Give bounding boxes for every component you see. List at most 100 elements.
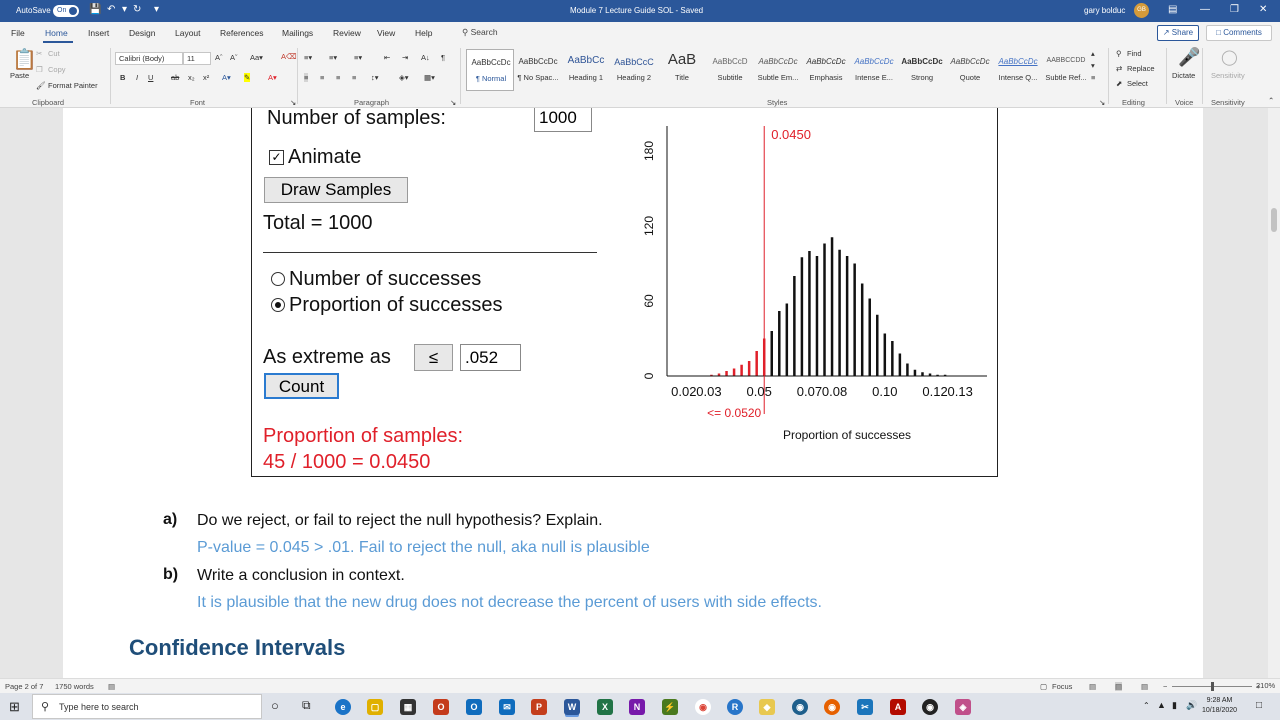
vertical-scrollbar[interactable] (1268, 108, 1280, 678)
select-button[interactable]: Select (1127, 79, 1148, 88)
font-size-select[interactable]: 11 (183, 52, 211, 65)
text-effects-icon[interactable]: A▾ (222, 73, 231, 82)
user-name[interactable]: gary bolduc (1084, 6, 1125, 15)
align-center-icon[interactable]: ≡ (320, 73, 324, 82)
numbering-icon[interactable]: ≡▾ (329, 53, 337, 62)
document-title[interactable]: Module 7 Lecture Guide SOL - Saved (570, 6, 703, 15)
sensitivity-button[interactable]: Sensitivity (1211, 71, 1245, 80)
tab-design[interactable]: Design (129, 28, 155, 38)
copy-icon[interactable]: ❐ (36, 65, 43, 74)
cortana-icon[interactable]: ○ (271, 698, 279, 713)
r-icon[interactable]: R (727, 699, 743, 715)
show-hidden-icons-icon[interactable]: ⌃ (1143, 701, 1150, 710)
line-spacing-icon[interactable]: ↕▾ (371, 73, 379, 82)
tab-home[interactable]: Home (45, 28, 68, 38)
style-title[interactable]: AaB Title (658, 49, 706, 91)
read-mode-icon[interactable]: ▤ (1089, 682, 1096, 691)
excel-icon[interactable]: X (597, 699, 613, 715)
windows-start-icon[interactable]: ⊞ (9, 699, 20, 715)
save-icon[interactable]: 💾 (89, 4, 101, 15)
word-count[interactable]: 1750 words (55, 682, 94, 691)
styles-dialog-launcher-icon[interactable]: ↘ (1099, 98, 1105, 107)
style-intense-quote[interactable]: AaBbCcDc Intense Q... (994, 49, 1042, 91)
subscript-icon[interactable]: x₂ (188, 73, 195, 82)
app3-icon[interactable]: ◈ (955, 699, 971, 715)
scrollbar-thumb[interactable] (1271, 208, 1277, 232)
find-button[interactable]: Find (1127, 49, 1142, 58)
file-explorer-icon[interactable]: ▢ (367, 699, 383, 715)
style-subtle-reference[interactable]: AABBCCDD Subtle Ref... (1042, 49, 1090, 91)
italic-icon[interactable]: I (136, 73, 138, 82)
font-color-icon[interactable]: A▾ (268, 73, 277, 82)
tab-mailings[interactable]: Mailings (282, 28, 313, 38)
styles-scroll-up-icon[interactable]: ▴ (1091, 49, 1095, 58)
borders-icon[interactable]: ▦▾ (424, 73, 435, 82)
style-no-spacing[interactable]: AaBbCcDc ¶ No Spac... (514, 49, 562, 91)
style-subtle-emphasis[interactable]: AaBbCcDc Subtle Em... (754, 49, 802, 91)
zoom-level[interactable]: 210% (1256, 681, 1275, 690)
collapse-ribbon-icon[interactable]: ⌃ (1268, 96, 1274, 105)
highlight-icon[interactable]: ✎ (244, 73, 251, 82)
wifi-icon[interactable]: ▲ (1157, 700, 1166, 710)
superscript-icon[interactable]: x² (203, 73, 209, 82)
cut-icon[interactable]: ✂ (36, 49, 42, 58)
sensitivity-icon[interactable]: ◯ (1221, 50, 1238, 65)
edge-icon[interactable]: e (335, 699, 351, 715)
snip-icon[interactable]: ✂ (857, 699, 873, 715)
tab-view[interactable]: View (377, 28, 395, 38)
show-formatting-icon[interactable]: ¶ (441, 53, 445, 62)
onenote-icon[interactable]: N (629, 699, 645, 715)
avatar[interactable]: GB (1134, 3, 1149, 18)
style-emphasis[interactable]: AaBbCcDc Emphasis (802, 49, 850, 91)
share-button[interactable]: ↗ Share (1157, 25, 1199, 41)
taskbar-search-input[interactable]: Type here to search (59, 702, 139, 712)
outlook-icon[interactable]: O (466, 699, 482, 715)
page-count[interactable]: Page 2 of 7 (5, 682, 43, 691)
format-painter-icon[interactable]: 🖌 (36, 81, 46, 90)
tab-references[interactable]: References (220, 28, 263, 38)
increase-indent-icon[interactable]: ⇥ (402, 53, 408, 62)
undo-dropdown-icon[interactable]: ▾ (122, 4, 127, 15)
replace-icon[interactable]: ⇄ (1116, 64, 1122, 73)
strikethrough-icon[interactable]: ab (171, 73, 179, 82)
tab-file[interactable]: File (11, 28, 25, 38)
grow-font-icon[interactable]: Aˆ (215, 53, 223, 62)
justify-icon[interactable]: ≡ (352, 73, 356, 82)
undo-icon[interactable]: ↶ (107, 4, 115, 15)
shrink-font-icon[interactable]: Aˇ (230, 53, 238, 62)
cut-button[interactable]: Cut (48, 49, 60, 58)
app-icon[interactable]: ⚡ (662, 699, 678, 715)
replace-button[interactable]: Replace (1127, 64, 1155, 73)
clock[interactable]: 9:28 AM 10/18/2020 (1202, 696, 1237, 716)
acrobat-icon[interactable]: A (890, 699, 906, 715)
task-view-icon[interactable]: ⧉ (302, 698, 311, 713)
ribbon-display-icon[interactable]: ▤ (1168, 4, 1177, 15)
align-right-icon[interactable]: ≡ (336, 73, 340, 82)
volume-icon[interactable]: 🔊 (1186, 700, 1197, 711)
style-normal[interactable]: AaBbCcDc ¶ Normal (466, 49, 514, 91)
word-icon[interactable]: W (564, 699, 580, 715)
styles-more-icon[interactable]: ≡ (1091, 73, 1095, 82)
multilevel-list-icon[interactable]: ≡▾ (354, 53, 362, 62)
shading-icon[interactable]: ◈▾ (399, 73, 409, 82)
zoom-slider-knob[interactable] (1211, 682, 1214, 691)
change-case-icon[interactable]: Aa▾ (250, 53, 263, 62)
font-family-select[interactable]: Calibri (Body) (115, 52, 183, 65)
clear-formatting-icon[interactable]: A⌫ (281, 52, 297, 61)
taskbar-search[interactable]: ⚲ Type here to search (32, 694, 262, 719)
mail-icon[interactable]: ✉ (499, 699, 515, 715)
microphone-icon[interactable]: 🎤 (1178, 48, 1200, 66)
paste-icon[interactable]: 📋 (12, 50, 37, 70)
office-icon[interactable]: O (433, 699, 449, 715)
bullets-icon[interactable]: ≡▾ (304, 53, 312, 62)
comments-button[interactable]: □ Comments (1206, 25, 1272, 41)
style-heading-2[interactable]: AaBbCcC Heading 2 (610, 49, 658, 91)
tell-me-search[interactable]: ⚲ Search (462, 27, 498, 38)
proofing-icon[interactable]: ▤ (108, 682, 115, 691)
sort-icon[interactable]: A↓ (421, 53, 430, 62)
bold-icon[interactable]: B (120, 73, 125, 82)
zoom-out-icon[interactable]: − (1163, 682, 1167, 691)
firefox-icon[interactable]: ◉ (824, 699, 840, 715)
powerpoint-icon[interactable]: P (531, 699, 547, 715)
select-icon[interactable]: ⬈ (1116, 79, 1122, 88)
